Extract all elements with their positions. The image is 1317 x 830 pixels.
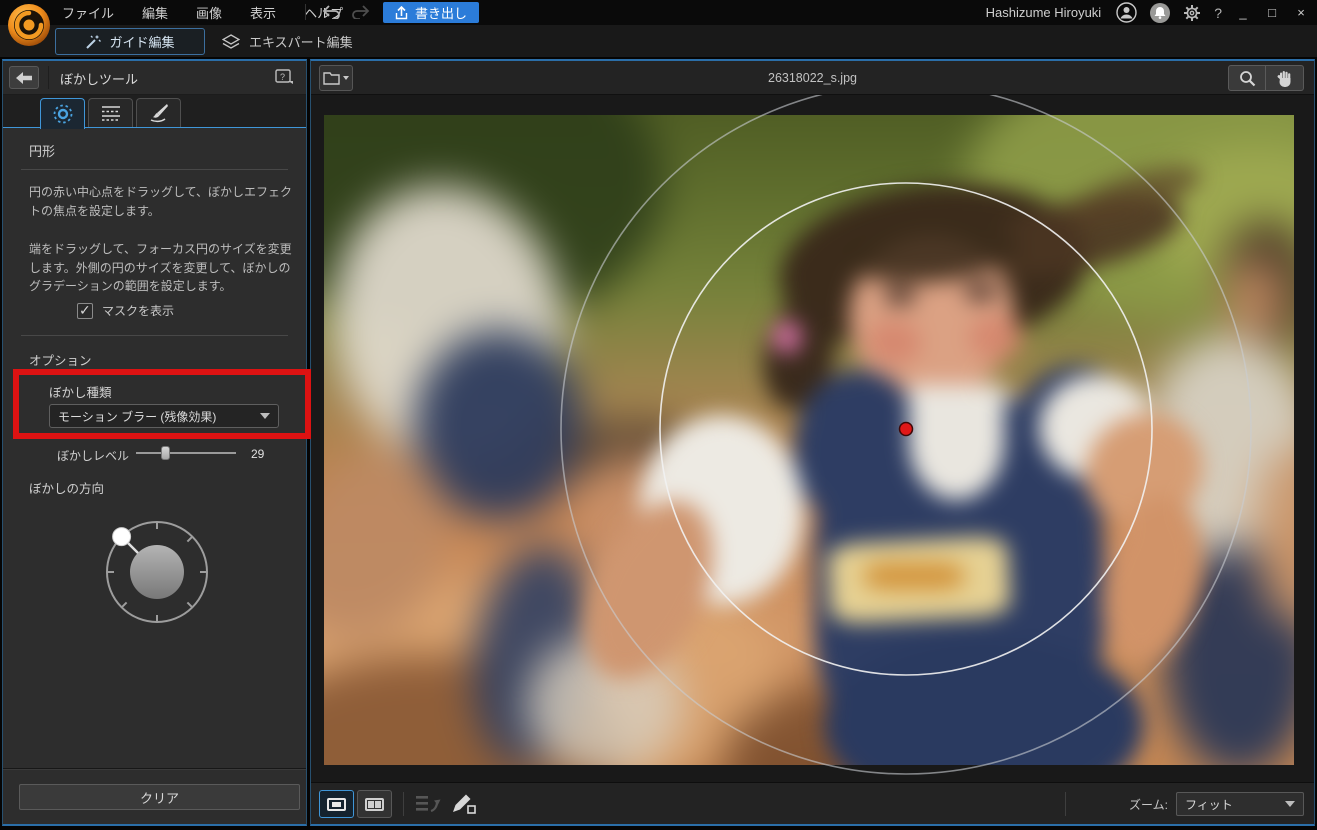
zoom-level-value: フィット bbox=[1185, 797, 1233, 812]
blur-level-thumb[interactable] bbox=[161, 446, 170, 460]
menu-bar: ファイル 編集 画像 表示 ヘルプ bbox=[62, 0, 343, 25]
help-button[interactable]: ? bbox=[1214, 5, 1222, 21]
minimize-button[interactable]: _ bbox=[1235, 5, 1251, 20]
show-mask-label: マスクを表示 bbox=[102, 304, 175, 318]
zoom-level-dropdown[interactable]: フィット bbox=[1176, 792, 1304, 816]
panel-body: 円形 円の赤い中心点をドラッグして、ぼかしエフェクトの焦点を設定します。 端をド… bbox=[3, 128, 311, 768]
menu-edit[interactable]: 編集 bbox=[142, 3, 168, 22]
history-list-icon bbox=[416, 796, 441, 813]
blur-tool-panel: ぼかしツール ? 円形 円の赤い中心点をドラッグして、ぼかしエフェクトの焦点を設… bbox=[2, 59, 311, 826]
undo-icon bbox=[322, 5, 340, 19]
folder-icon bbox=[323, 72, 340, 85]
title-bar: ファイル 編集 画像 表示 ヘルプ 書き出し Hashizume Hiroyuk… bbox=[0, 0, 1317, 46]
zoom-label: ズーム: bbox=[1129, 797, 1168, 812]
redo-button[interactable] bbox=[348, 2, 374, 22]
maximize-button[interactable]: □ bbox=[1264, 5, 1280, 20]
tab-linear-blur[interactable] bbox=[88, 98, 133, 127]
menu-image[interactable]: 画像 bbox=[196, 3, 222, 22]
view-tools bbox=[1228, 65, 1304, 91]
guided-edit-label: ガイド編集 bbox=[109, 35, 175, 50]
dial-handle[interactable] bbox=[112, 527, 132, 547]
edit-adjust-button[interactable] bbox=[451, 792, 477, 815]
back-button[interactable] bbox=[9, 66, 39, 89]
export-button[interactable]: 書き出し bbox=[383, 2, 480, 23]
chevron-down-icon bbox=[343, 76, 349, 80]
tab-brush-blur[interactable] bbox=[136, 98, 181, 127]
image-canvas-area: 26318022_s.jpg ズーム: フィット bbox=[310, 59, 1315, 826]
magic-wand-icon bbox=[86, 35, 102, 49]
single-view-icon bbox=[327, 797, 346, 811]
back-arrow-icon bbox=[16, 71, 32, 84]
pan-tool-button[interactable] bbox=[1266, 65, 1304, 91]
menu-view[interactable]: 表示 bbox=[250, 3, 276, 22]
redo-icon bbox=[352, 5, 370, 19]
blur-level-label: ぼかしレベル bbox=[56, 449, 129, 463]
panel-title: ぼかしツール bbox=[60, 71, 139, 87]
tab-guided-edit[interactable]: ガイド編集 bbox=[55, 28, 205, 55]
dial-knob bbox=[130, 545, 184, 599]
annotation-red-highlight bbox=[13, 369, 311, 439]
mode-bar: ガイド編集 エキスパート編集 bbox=[0, 25, 1317, 57]
options-label: オプション bbox=[29, 354, 92, 368]
layers-icon bbox=[222, 33, 240, 49]
tab-circular-blur[interactable] bbox=[40, 98, 85, 129]
account-icon[interactable] bbox=[1116, 2, 1137, 23]
user-name: Hashizume Hiroyuki bbox=[985, 5, 1102, 20]
blur-direction-label: ぼかしの方向 bbox=[29, 482, 105, 496]
image-filename: 26318022_s.jpg bbox=[768, 71, 857, 85]
section-title: 円形 bbox=[29, 144, 56, 159]
panel-help-icon[interactable]: ? bbox=[275, 69, 294, 85]
view-single-button[interactable] bbox=[319, 790, 354, 818]
footer-separator bbox=[403, 792, 404, 816]
close-button[interactable]: × bbox=[1293, 5, 1309, 20]
main-area: ぼかしツール ? 円形 円の赤い中心点をドラッグして、ぼかしエフェクトの焦点を設… bbox=[0, 57, 1317, 830]
blur-level-row: ぼかしレベル 29 bbox=[3, 445, 306, 463]
blur-direction-dial[interactable] bbox=[92, 507, 222, 637]
app-logo-icon[interactable] bbox=[6, 2, 52, 48]
brush-blur-icon bbox=[150, 104, 168, 123]
export-label: 書き出し bbox=[415, 6, 468, 21]
menu-file[interactable]: ファイル bbox=[62, 3, 114, 22]
magnifier-icon bbox=[1239, 70, 1255, 86]
export-icon bbox=[395, 5, 408, 19]
instruction-text-1: 円の赤い中心点をドラッグして、ぼかしエフェクトの焦点を設定します。 bbox=[29, 185, 293, 218]
show-mask-row: ✓ マスクを表示 bbox=[77, 302, 174, 319]
svg-text:?: ? bbox=[280, 72, 285, 82]
blur-type-tabs bbox=[3, 95, 306, 129]
hand-icon bbox=[1277, 70, 1290, 87]
settings-gear-icon[interactable] bbox=[1183, 4, 1201, 22]
canvas-footer: ズーム: フィット bbox=[311, 782, 1314, 824]
tab-expert-edit[interactable]: エキスパート編集 bbox=[222, 28, 353, 55]
canvas-header: 26318022_s.jpg bbox=[311, 61, 1314, 95]
circle-blur-icon bbox=[53, 104, 72, 124]
clear-button[interactable]: クリア bbox=[19, 784, 300, 810]
zoom-tool-button[interactable] bbox=[1228, 65, 1266, 91]
panel-header: ぼかしツール ? bbox=[3, 61, 306, 95]
view-compare-button[interactable] bbox=[357, 790, 392, 818]
panel-footer: クリア bbox=[3, 768, 306, 824]
linear-blur-icon bbox=[101, 106, 120, 121]
notifications-icon[interactable] bbox=[1150, 2, 1171, 23]
blur-level-slider[interactable] bbox=[136, 446, 236, 460]
titlebar-separator bbox=[305, 4, 306, 20]
app-window: ファイル 編集 画像 表示 ヘルプ 書き出し Hashizume Hiroyuk… bbox=[0, 0, 1317, 830]
blur-level-value: 29 bbox=[251, 447, 265, 461]
instruction-text-2: 端をドラッグして、フォーカス円のサイズを変更します。外側の円のサイズを変更して、… bbox=[29, 242, 292, 294]
footer-separator bbox=[1065, 792, 1066, 816]
expert-edit-label: エキスパート編集 bbox=[249, 35, 353, 50]
pencil-icon bbox=[453, 794, 476, 814]
undo-button[interactable] bbox=[318, 2, 344, 22]
header-divider bbox=[48, 66, 49, 89]
mask-checkbox[interactable]: ✓ bbox=[77, 302, 93, 319]
blur-focus-overlay[interactable] bbox=[311, 95, 1314, 782]
divider bbox=[21, 169, 288, 170]
focus-center-point[interactable] bbox=[898, 421, 914, 437]
history-apply-button[interactable] bbox=[415, 793, 441, 815]
open-folder-button[interactable] bbox=[319, 65, 353, 91]
canvas-viewport bbox=[311, 95, 1314, 782]
divider bbox=[21, 335, 288, 336]
chevron-down-icon bbox=[1285, 801, 1295, 807]
compare-view-icon bbox=[365, 797, 384, 811]
